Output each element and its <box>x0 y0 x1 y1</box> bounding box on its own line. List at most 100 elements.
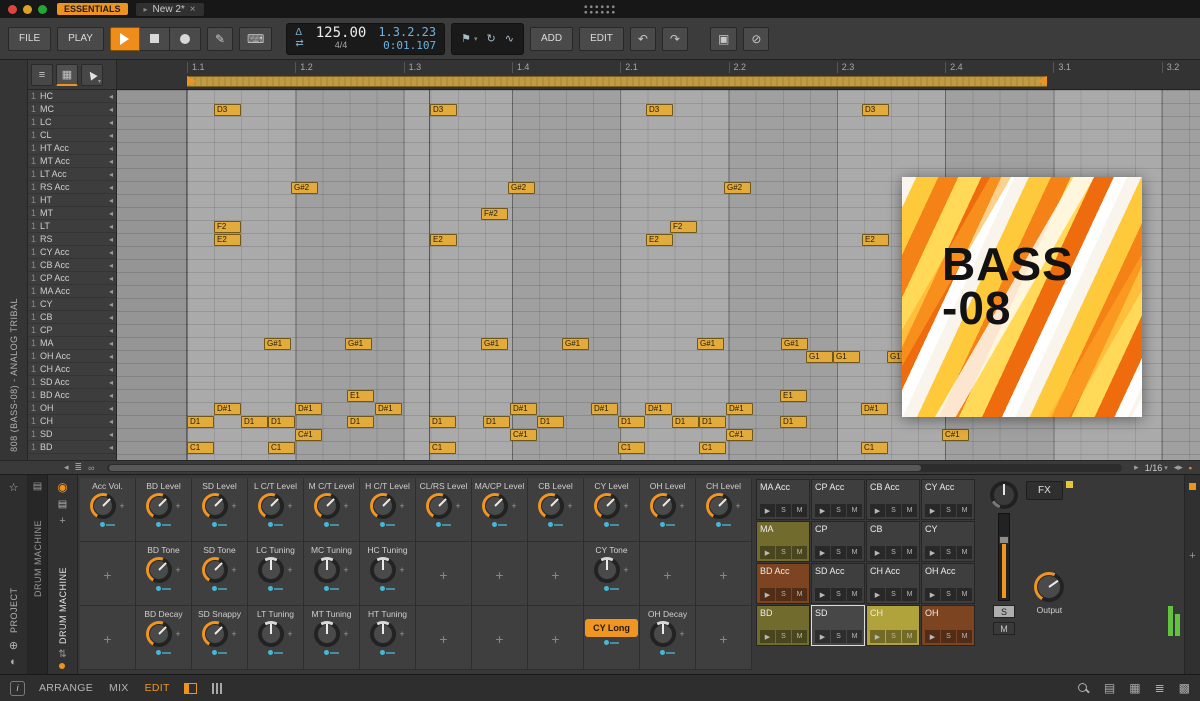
edit-button[interactable]: EDIT <box>579 26 624 51</box>
midi-note[interactable]: D#1 <box>861 403 888 415</box>
add-assignment-icon[interactable]: + <box>495 631 503 647</box>
track-row[interactable]: 1 LC ◂ <box>28 116 116 129</box>
audition-icon[interactable]: ◂ <box>109 365 113 374</box>
midi-note[interactable]: G#1 <box>345 338 372 350</box>
audition-icon[interactable]: ◂ <box>109 313 113 322</box>
track-row[interactable]: 1 MA Acc ◂ <box>28 285 116 298</box>
record-button[interactable] <box>169 26 201 51</box>
midi-note[interactable]: G#2 <box>291 182 318 194</box>
file-icon[interactable]: ▤ <box>1104 681 1115 695</box>
device-cell[interactable]: MA/CP Level + <box>472 478 528 542</box>
pad-play-icon[interactable]: ▶ <box>815 588 830 601</box>
add-assignment-icon[interactable]: + <box>663 567 671 583</box>
device-power-icon[interactable]: ◉ <box>57 480 67 494</box>
add-assignment-icon[interactable]: + <box>103 567 111 583</box>
pad-play-icon[interactable]: ▶ <box>925 504 940 517</box>
parameter-knob[interactable] <box>202 493 229 519</box>
audition-icon[interactable]: ◂ <box>109 144 113 153</box>
fader-handle[interactable] <box>999 536 1009 544</box>
device-cell[interactable]: HC Tuning + <box>360 542 416 606</box>
add-assignment-icon[interactable]: + <box>551 567 559 583</box>
track-row[interactable]: 1 CP ◂ <box>28 324 116 337</box>
track-row[interactable]: 1 RS Acc ◂ <box>28 181 116 194</box>
midi-note[interactable]: D1 <box>347 416 374 428</box>
audition-icon[interactable]: ◂ <box>109 105 113 114</box>
follow-playhead-icon[interactable]: ▪ <box>1189 463 1192 473</box>
cancel-button[interactable]: ⊘ <box>743 26 770 51</box>
parameter-knob[interactable] <box>314 493 341 519</box>
drum-pad[interactable]: CH ▶ S M <box>866 605 920 646</box>
midi-note[interactable]: E2 <box>646 234 673 246</box>
song-position[interactable]: 1.3.2.23 <box>378 25 436 39</box>
add-assignment-icon[interactable]: + <box>719 567 727 583</box>
pad-solo-button[interactable]: S <box>886 588 901 601</box>
audition-icon[interactable]: ◂ <box>109 430 113 439</box>
pad-solo-button[interactable]: S <box>886 546 901 559</box>
device-cell[interactable]: BD Level + <box>136 478 192 542</box>
pad-play-icon[interactable]: ▶ <box>815 504 830 517</box>
device-cell[interactable]: MC Tuning + <box>304 542 360 606</box>
zoom-window-button[interactable] <box>38 4 47 14</box>
device-cell[interactable]: LT Tuning + <box>248 606 304 670</box>
loop-end-marker[interactable] <box>1038 76 1047 86</box>
pad-mute-button[interactable]: M <box>792 504 807 517</box>
midi-note[interactable]: D3 <box>646 104 673 116</box>
midi-note[interactable]: G#1 <box>697 338 724 350</box>
track-row[interactable]: 1 OH ◂ <box>28 402 116 415</box>
midi-note[interactable]: C1 <box>268 442 295 454</box>
pad-mute-button[interactable]: M <box>792 630 807 643</box>
drum-pad[interactable]: BD Acc ▶ S M <box>756 563 810 604</box>
parameter-knob[interactable] <box>146 557 173 583</box>
midi-note[interactable]: F2 <box>670 221 697 233</box>
pad-solo-button[interactable]: S <box>776 588 791 601</box>
track-row[interactable]: 1 MT ◂ <box>28 207 116 220</box>
drum-pad[interactable]: BD ▶ S M <box>756 605 810 646</box>
parameter-knob[interactable] <box>258 621 285 647</box>
fold-icon[interactable]: ≣ <box>75 462 83 473</box>
drum-pad[interactable]: SD Acc ▶ S M <box>811 563 865 604</box>
device-cell[interactable]: CB Level + <box>528 478 584 542</box>
timeline-ruler[interactable]: 1.1 1.2 1.3 1.4 2.1 2.2 2.3 2.4 3.1 3.2 <box>117 60 1200 90</box>
device-cell[interactable]: CY Long <box>584 606 640 670</box>
audition-icon[interactable]: ◂ <box>109 391 113 400</box>
drum-pad[interactable]: CY ▶ S M <box>921 521 975 562</box>
pad-play-icon[interactable]: ▶ <box>760 588 775 601</box>
device-cell[interactable]: SD Snappy + <box>192 606 248 670</box>
parameter-knob[interactable] <box>146 621 173 647</box>
preset-folder-icon[interactable]: ▤ <box>58 499 67 510</box>
list-icon[interactable]: ≣ <box>1155 681 1165 695</box>
volume-fader[interactable] <box>998 513 1010 601</box>
project-panel-tab[interactable]: PROJECT <box>9 500 19 633</box>
time-signature[interactable]: 4/4 <box>316 40 367 50</box>
midi-note[interactable]: E2 <box>214 234 241 246</box>
audition-icon[interactable]: ◂ <box>109 170 113 179</box>
mute-button[interactable]: M <box>993 622 1015 635</box>
midi-note[interactable]: F2 <box>214 221 241 233</box>
parameter-knob[interactable] <box>370 557 397 583</box>
midi-note[interactable]: D1 <box>780 416 807 428</box>
add-device-icon[interactable]: + <box>59 515 65 527</box>
device-panel-toggle-icon[interactable] <box>183 682 197 694</box>
midi-note[interactable]: C#1 <box>295 429 322 441</box>
parameter-knob[interactable] <box>706 493 733 519</box>
pad-play-icon[interactable]: ▶ <box>925 630 940 643</box>
midi-note[interactable]: D#1 <box>510 403 537 415</box>
track-row[interactable]: 1 MC ◂ <box>28 103 116 116</box>
pad-solo-button[interactable]: S <box>941 588 956 601</box>
midi-note[interactable]: G#1 <box>781 338 808 350</box>
midi-note[interactable]: D1 <box>672 416 699 428</box>
groove-icon[interactable]: ⇄ <box>295 39 303 49</box>
search-icon[interactable] <box>1077 682 1090 695</box>
midi-note[interactable]: D3 <box>214 104 241 116</box>
pad-mute-button[interactable]: M <box>957 630 972 643</box>
statusbar-tab-arrange[interactable]: ARRANGE <box>39 682 93 694</box>
audition-icon[interactable]: ◂ <box>109 118 113 127</box>
parameter-knob[interactable] <box>370 493 397 519</box>
modulation-dot[interactable] <box>59 663 66 669</box>
track-row[interactable]: 1 CP Acc ◂ <box>28 272 116 285</box>
song-time[interactable]: 0:01.107 <box>378 39 436 52</box>
audition-icon[interactable]: ◂ <box>109 287 113 296</box>
device-cell[interactable]: CY Level + <box>584 478 640 542</box>
midi-note[interactable]: D1 <box>241 416 268 428</box>
play-menu-button[interactable]: PLAY <box>57 26 104 51</box>
